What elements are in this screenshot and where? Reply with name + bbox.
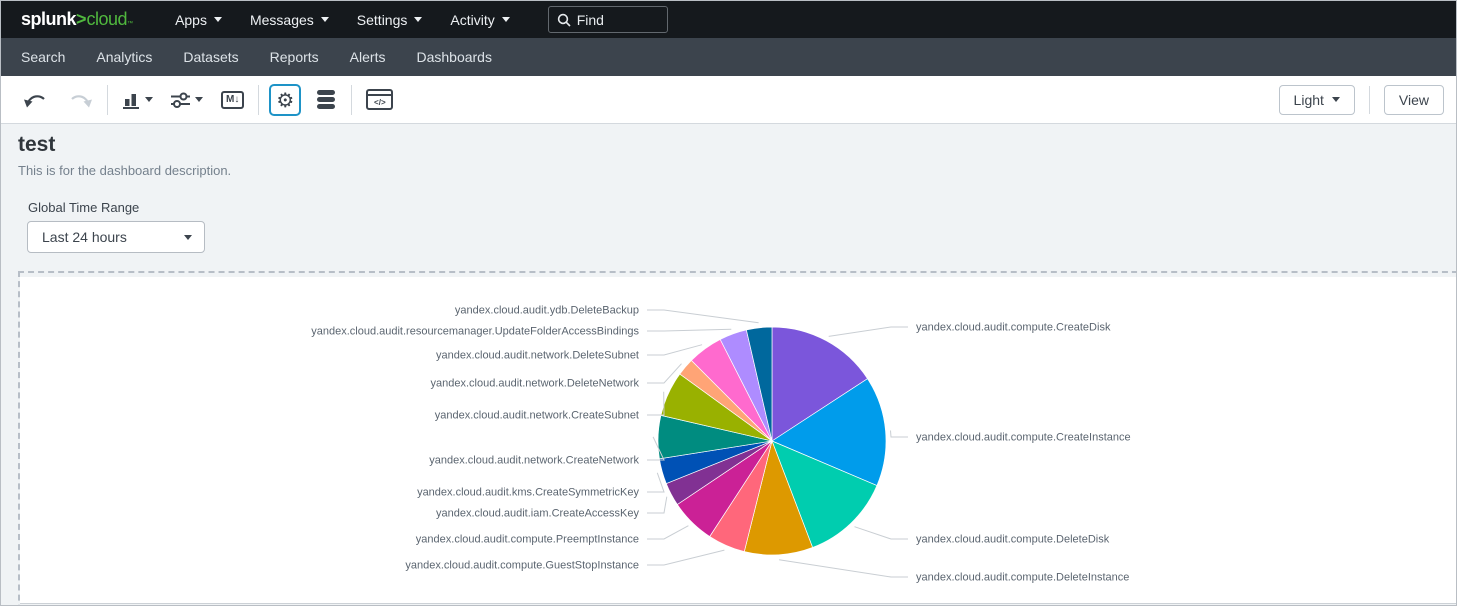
pie-chart-panel[interactable]: yandex.cloud.audit.compute.CreateDisk yan…	[20, 277, 1457, 604]
dashboard-description[interactable]: This is for the dashboard description.	[18, 163, 231, 178]
pie-slice-label: yandex.cloud.audit.network.DeleteSubnet	[436, 350, 639, 362]
chevron-down-icon	[414, 17, 422, 22]
chevron-down-icon	[145, 97, 153, 102]
pie-slice-label: yandex.cloud.audit.network.CreateSubnet	[435, 410, 639, 422]
toolbar-separator	[107, 85, 108, 115]
chevron-down-icon	[184, 235, 192, 240]
data-sources-button[interactable]	[311, 84, 341, 116]
view-label: View	[1399, 92, 1429, 108]
menu-apps-label: Apps	[175, 12, 207, 28]
leader-line	[647, 497, 667, 513]
chevron-down-icon	[321, 17, 329, 22]
find-search-box[interactable]	[548, 6, 668, 33]
pie-slice-label: yandex.cloud.audit.compute.DeleteInstanc…	[916, 572, 1129, 584]
find-input[interactable]	[577, 12, 657, 28]
global-time-range-label: Global Time Range	[28, 200, 139, 215]
logo-splunk-text: splunk	[21, 9, 76, 30]
chevron-down-icon	[195, 97, 203, 102]
pie-slice-label: yandex.cloud.audit.compute.DeleteDisk	[916, 534, 1110, 546]
edit-source-button[interactable]: </>	[362, 85, 397, 114]
leader-line	[647, 526, 688, 539]
menu-messages[interactable]: Messages	[236, 3, 343, 37]
undo-button[interactable]	[19, 84, 53, 116]
chevron-down-icon	[502, 17, 510, 22]
menu-settings[interactable]: Settings	[343, 3, 437, 37]
time-range-value: Last 24 hours	[42, 229, 184, 245]
markdown-icon: M↓	[221, 91, 244, 109]
dashboard-title[interactable]: test	[18, 133, 55, 157]
pie-slice-label: yandex.cloud.audit.network.CreateNetwork	[429, 455, 639, 467]
theme-label: Light	[1294, 92, 1324, 108]
top-menus: Apps Messages Settings Activity	[161, 3, 524, 37]
pie-slice-label: yandex.cloud.audit.iam.CreateAccessKey	[436, 508, 639, 520]
splunk-cloud-logo[interactable]: splunk>cloud™	[21, 9, 133, 30]
view-button[interactable]: View	[1384, 85, 1444, 115]
leader-line	[647, 345, 702, 355]
leader-line	[647, 473, 664, 492]
toolbar-separator	[258, 85, 259, 115]
menu-activity[interactable]: Activity	[436, 3, 523, 37]
time-range-dropdown[interactable]: Last 24 hours	[27, 221, 205, 253]
add-input-button[interactable]	[167, 87, 207, 113]
source-code-icon: </>	[366, 89, 393, 110]
pie-slice-label: yandex.cloud.audit.resourcemanager.Updat…	[311, 326, 639, 338]
chevron-down-icon	[214, 17, 222, 22]
menu-messages-label: Messages	[250, 12, 314, 28]
splunk-dashboard-edit-page: splunk>cloud™ Apps Messages Settings Act…	[0, 0, 1457, 606]
dashboard-editor-toolbar: M↓ ⚙ </>	[1, 76, 1456, 124]
database-icon	[315, 88, 337, 112]
menu-settings-label: Settings	[357, 12, 408, 28]
app-navigation-bar: Search Analytics Datasets Reports Alerts…	[1, 38, 1456, 76]
sliders-icon	[171, 91, 190, 109]
top-navigation-bar: splunk>cloud™ Apps Messages Settings Act…	[1, 1, 1456, 38]
undo-icon	[23, 88, 49, 112]
appbar-item-search[interactable]: Search	[21, 49, 65, 65]
add-visualization-button[interactable]	[118, 87, 157, 113]
menu-activity-label: Activity	[450, 12, 494, 28]
logo-trademark: ™	[127, 21, 133, 27]
pie-slice-label: yandex.cloud.audit.ydb.DeleteBackup	[455, 305, 639, 317]
leader-line	[829, 327, 908, 336]
theme-dropdown-button[interactable]: Light	[1279, 85, 1355, 115]
pie-slice-label: yandex.cloud.audit.network.DeleteNetwork	[430, 378, 639, 390]
pie-slice-label: yandex.cloud.audit.kms.CreateSymmetricKe…	[417, 487, 639, 499]
leader-line	[779, 560, 908, 577]
leader-line	[647, 329, 731, 331]
appbar-item-alerts[interactable]: Alerts	[350, 49, 386, 65]
redo-icon	[67, 88, 93, 112]
leader-line	[647, 550, 724, 565]
appbar-item-datasets[interactable]: Datasets	[183, 49, 238, 65]
appbar-item-dashboards[interactable]: Dashboards	[416, 49, 492, 65]
chevron-down-icon	[1332, 97, 1340, 102]
leader-line	[855, 527, 909, 539]
toolbar-separator	[1369, 86, 1370, 114]
pie-slice-label: yandex.cloud.audit.compute.CreateInstanc…	[916, 432, 1131, 444]
toolbar-separator	[351, 85, 352, 115]
leader-line	[891, 431, 909, 438]
appbar-item-reports[interactable]: Reports	[270, 49, 319, 65]
leader-line	[647, 310, 759, 323]
pie-slice-label: yandex.cloud.audit.compute.CreateDisk	[916, 322, 1111, 334]
logo-chevron: >	[76, 9, 87, 30]
configuration-panel-button[interactable]: ⚙	[269, 84, 301, 116]
bar-chart-icon	[122, 91, 140, 109]
add-markdown-button[interactable]: M↓	[217, 87, 248, 113]
logo-cloud-text: cloud	[87, 9, 128, 30]
appbar-item-analytics[interactable]: Analytics	[96, 49, 152, 65]
pie-chart: yandex.cloud.audit.compute.CreateDisk yan…	[20, 277, 1457, 604]
gear-icon: ⚙	[276, 90, 294, 110]
pie-slice-label: yandex.cloud.audit.compute.PreemptInstan…	[416, 534, 639, 546]
search-icon	[557, 13, 571, 27]
menu-apps[interactable]: Apps	[161, 3, 236, 37]
redo-button[interactable]	[63, 84, 97, 116]
pie-slice-label: yandex.cloud.audit.compute.GuestStopInst…	[405, 560, 639, 572]
leader-line	[647, 392, 664, 415]
